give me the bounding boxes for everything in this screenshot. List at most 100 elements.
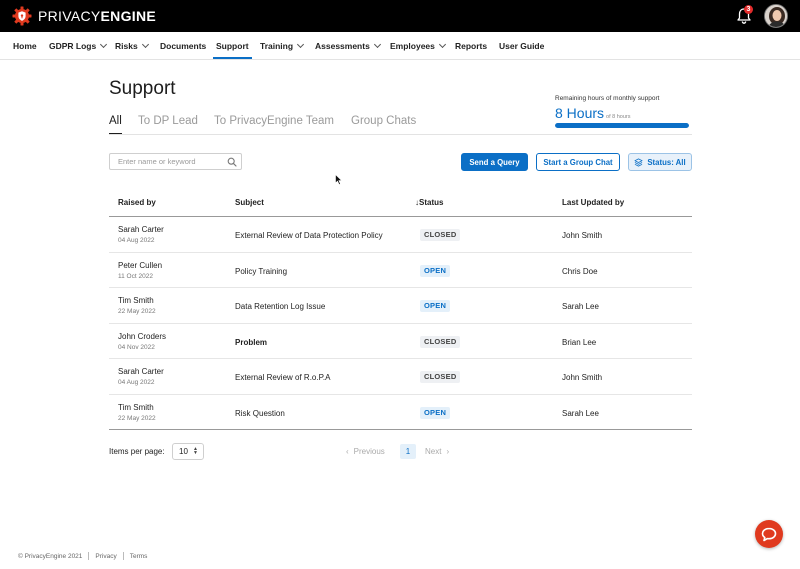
next-page-button[interactable]: Next ›	[425, 447, 449, 456]
footer-privacy-link[interactable]: Privacy	[95, 553, 116, 560]
nav-item-reports[interactable]: Reports	[455, 32, 487, 60]
row-date: 22 May 2022	[118, 308, 156, 315]
table-row[interactable]: Sarah Carter 04 Aug 2022 External Review…	[109, 359, 692, 395]
status-badge: OPEN	[420, 300, 451, 312]
support-hours-progress-bar	[555, 123, 689, 128]
footer-copyright: © PrivacyEngine 2021	[18, 552, 83, 560]
table-row[interactable]: John Croders 04 Nov 2022 Problem CLOSED …	[109, 324, 692, 359]
row-raised-by: Sarah Carter	[118, 225, 164, 234]
footer-terms-link[interactable]: Terms	[130, 553, 148, 560]
nav-item-risks[interactable]: Risks	[115, 32, 149, 60]
chat-launcher-button[interactable]	[755, 520, 783, 548]
tab-to-privacyengine-team[interactable]: To PrivacyEngine Team	[214, 115, 334, 127]
items-per-page-select[interactable]: 10 ▲ ▼	[172, 443, 204, 460]
row-subject[interactable]: Risk Question	[235, 409, 285, 418]
user-avatar[interactable]	[764, 4, 788, 28]
row-last-updated-by: Chris Doe	[562, 266, 598, 276]
row-date: 11 Oct 2022	[118, 272, 153, 280]
column-header-status[interactable]: ↓Status	[415, 198, 443, 207]
nav-item-support[interactable]: Support	[213, 32, 252, 60]
support-hours-number: 8 Hours	[555, 105, 605, 121]
select-up-down-icon: ▲ ▼	[193, 446, 198, 456]
previous-label: Previous	[353, 447, 385, 456]
column-header-raised-by[interactable]: Raised by	[118, 198, 156, 207]
status-badge: OPEN	[420, 406, 451, 419]
support-hours-caption: Remaining hours of monthly support	[555, 95, 660, 102]
start-group-chat-button[interactable]: Start a Group Chat	[536, 153, 620, 171]
search-icon[interactable]	[227, 157, 237, 167]
previous-page-button[interactable]: ‹ Previous	[346, 447, 385, 456]
next-label: Next	[425, 447, 442, 456]
status-badge: CLOSED	[420, 229, 461, 241]
table-row[interactable]: Tim Smith 22 May 2022 Data Retention Log…	[109, 288, 692, 324]
row-last-updated-by: Sarah Lee	[562, 302, 599, 311]
chevron-down-icon	[100, 40, 108, 49]
layers-icon	[634, 157, 643, 167]
row-raised-by: John Croders	[118, 331, 167, 341]
nav-item-documents[interactable]: Documents	[160, 32, 206, 60]
footer-divider	[88, 552, 90, 560]
chevron-down-icon	[297, 40, 305, 49]
current-page-number[interactable]: 1	[400, 444, 416, 459]
support-hours-progress-fill	[555, 123, 689, 128]
privacyengine-logo[interactable]: PRIVACYENGINE	[12, 5, 156, 27]
tab-to-dp-lead[interactable]: To DP Lead	[138, 115, 198, 127]
footer-divider	[122, 552, 124, 560]
row-subject[interactable]: External Review of Data Protection Polic…	[235, 231, 383, 240]
row-subject[interactable]: Problem	[235, 338, 267, 347]
mouse-cursor-icon	[335, 174, 343, 186]
table-row[interactable]: Peter Cullen 11 Oct 2022 Policy Training…	[109, 253, 692, 288]
notification-count-badge: 3	[744, 5, 753, 14]
support-hours-widget: Remaining hours of monthly support 8 Hou…	[555, 95, 690, 128]
search-box[interactable]	[109, 153, 242, 170]
support-hours-total: of 8 hours	[606, 114, 631, 120]
row-subject[interactable]: Data Retention Log Issue	[235, 302, 325, 311]
nav-item-user-guide[interactable]: User Guide	[499, 32, 544, 60]
chevron-left-icon: ‹	[346, 447, 349, 456]
page-title: Support	[109, 78, 176, 99]
logo-text: PRIVACYENGINE	[38, 8, 157, 24]
row-raised-by: Tim Smith	[118, 402, 154, 412]
status-filter-label: Status: All	[647, 157, 686, 167]
chevron-down-icon	[141, 40, 149, 49]
shield-gear-logo-icon	[12, 6, 32, 26]
table-bottom-divider	[109, 429, 692, 430]
status-badge: OPEN	[420, 264, 451, 277]
row-date: 04 Nov 2022	[118, 343, 155, 351]
nav-item-gdpr-logs[interactable]: GDPR Logs	[49, 32, 108, 60]
top-bar: PRIVACYENGINE 3	[0, 0, 800, 32]
status-filter-button[interactable]: Status: All	[628, 153, 692, 171]
items-per-page-value: 10	[179, 447, 188, 456]
row-raised-by: Sarah Carter	[118, 367, 164, 376]
row-last-updated-by: John Smith	[562, 373, 603, 382]
footer: © PrivacyEngine 2021 Privacy Terms	[18, 552, 147, 560]
chevron-down-icon	[373, 40, 381, 49]
row-raised-by: Tim Smith	[118, 296, 154, 305]
row-last-updated-by: Sarah Lee	[562, 408, 599, 418]
tab-group-chats[interactable]: Group Chats	[351, 115, 416, 127]
row-subject[interactable]: Policy Training	[235, 267, 287, 276]
support-hours-value: 8 Hours of 8 hours	[555, 105, 690, 121]
chevron-down-icon	[438, 40, 446, 49]
column-header-subject[interactable]: Subject	[235, 198, 264, 207]
nav-item-home[interactable]: Home	[13, 32, 37, 60]
table-row[interactable]: Sarah Carter 04 Aug 2022 External Review…	[109, 217, 692, 253]
send-query-button[interactable]: Send a Query	[461, 153, 528, 171]
user-portrait-icon	[765, 5, 787, 27]
table-row[interactable]: Tim Smith 22 May 2022 Risk Question OPEN…	[109, 395, 692, 431]
row-subject[interactable]: External Review of R.o.P.A	[235, 373, 330, 382]
column-header-last-updated-by[interactable]: Last Updated by	[562, 198, 624, 207]
column-header-status-label: Status	[419, 198, 444, 207]
status-badge: CLOSED	[420, 371, 461, 383]
chat-bubble-icon	[761, 527, 777, 541]
nav-item-training[interactable]: Training	[260, 32, 305, 60]
nav-item-assessments[interactable]: Assessments	[315, 32, 381, 60]
row-date: 04 Aug 2022	[118, 379, 155, 386]
row-date: 22 May 2022	[118, 414, 156, 422]
nav-item-employees[interactable]: Employees	[390, 32, 446, 60]
tab-all[interactable]: All	[109, 115, 122, 135]
search-input[interactable]	[118, 157, 223, 166]
row-date: 04 Aug 2022	[118, 237, 155, 244]
row-last-updated-by: John Smith	[562, 231, 603, 240]
items-per-page-label: Items per page:	[109, 447, 165, 456]
